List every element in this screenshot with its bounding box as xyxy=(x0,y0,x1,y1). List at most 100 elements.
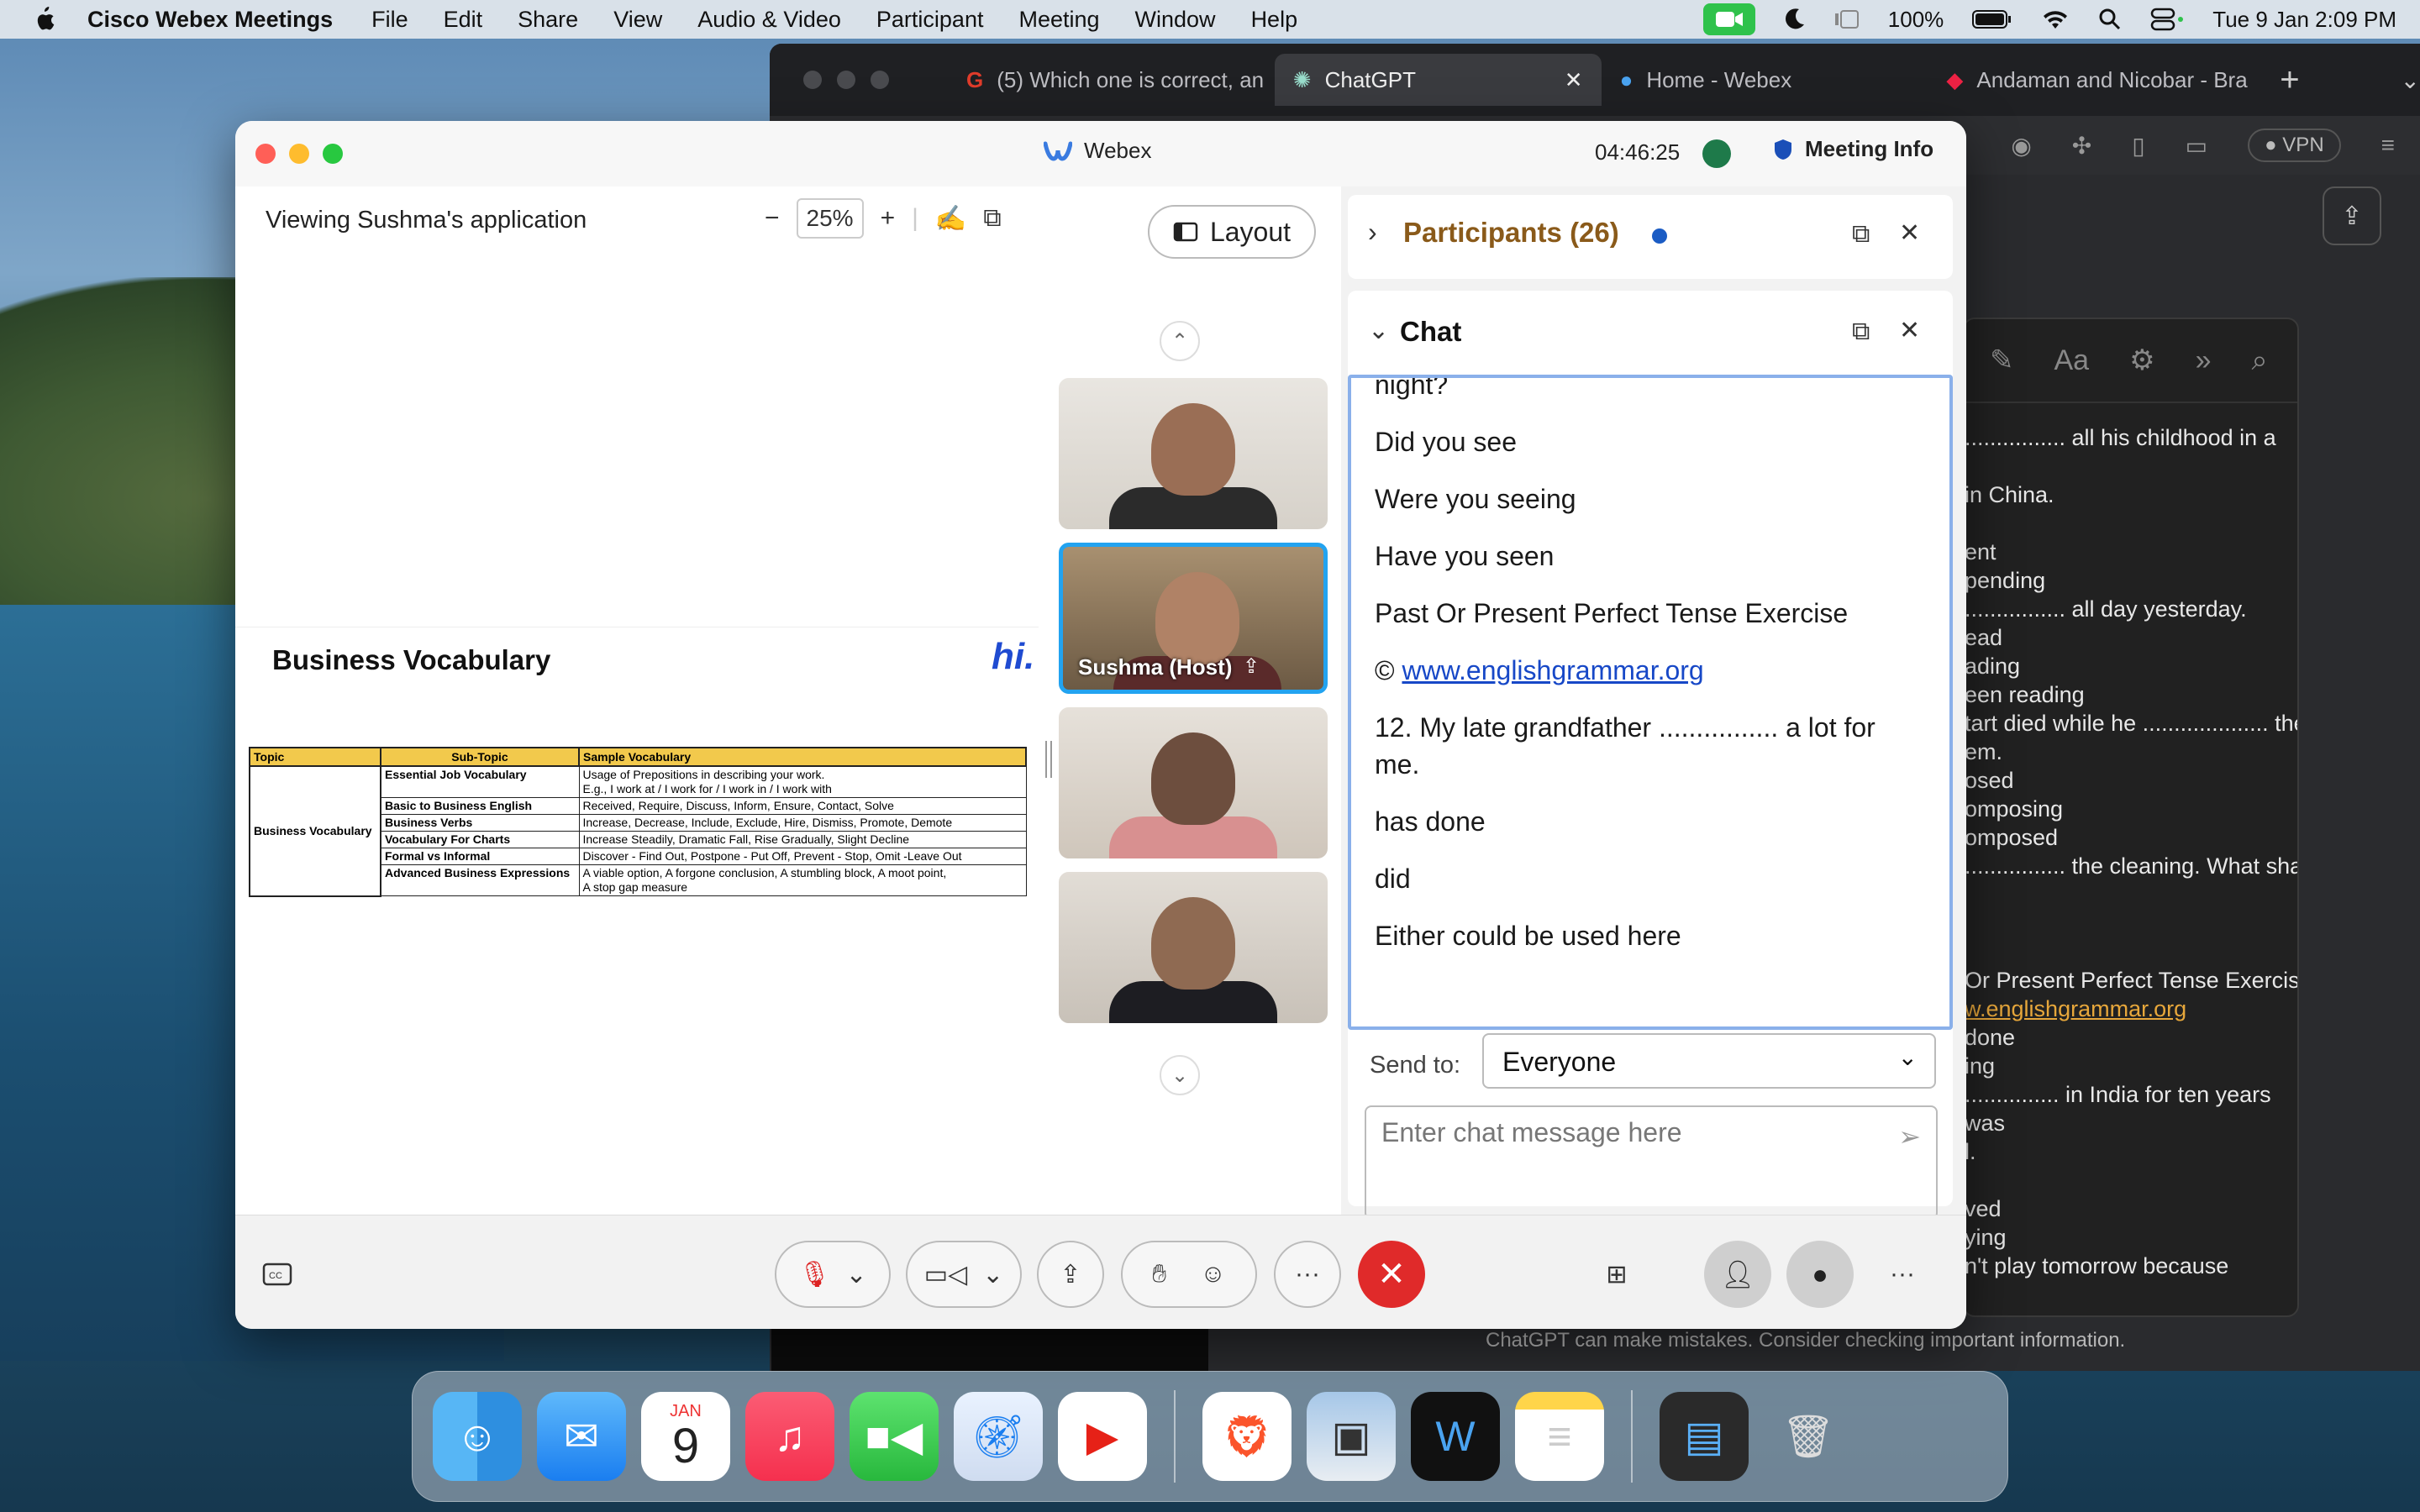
network-signal-icon[interactable] xyxy=(1702,139,1731,168)
menu-app-name[interactable]: Cisco Webex Meetings xyxy=(87,7,333,33)
chevron-right-icon[interactable]: › xyxy=(1368,217,1377,248)
participants-panel-header[interactable]: › Participants (26) ⧉ ✕ xyxy=(1348,195,1953,279)
close-dot[interactable] xyxy=(803,71,822,89)
pop-out-icon[interactable]: ⧉ xyxy=(1852,318,1870,346)
preview-icon[interactable]: ▣ xyxy=(1307,1392,1396,1481)
pop-out-icon[interactable]: ⧉ xyxy=(1852,220,1870,249)
participants-button[interactable]: 👤︎ xyxy=(1704,1241,1771,1308)
chevron-down-icon[interactable]: ⌄ xyxy=(1368,316,1389,345)
host-video[interactable]: Sushma (Host) ⇪ xyxy=(1059,543,1328,694)
menu-window[interactable]: Window xyxy=(1135,7,1216,33)
chevron-down-icon[interactable]: ⌄ xyxy=(2401,66,2420,94)
edit-icon[interactable]: ✎ xyxy=(1990,344,2014,377)
send-to-select[interactable]: Everyone ⌄ xyxy=(1482,1033,1936,1089)
youtube-icon[interactable]: ▶ xyxy=(1058,1392,1147,1481)
menu-clock[interactable]: Tue 9 Jan 2:09 PM xyxy=(2212,7,2396,33)
more-chevrons-icon[interactable]: » xyxy=(2196,344,2212,377)
battery-icon[interactable] xyxy=(1972,9,2012,29)
participant-video[interactable] xyxy=(1059,872,1328,1023)
annotate-icon[interactable]: ✍ xyxy=(935,204,966,234)
wallet-icon[interactable]: ▭ xyxy=(2186,132,2207,160)
chevron-down-icon[interactable]: ⌄ xyxy=(982,1260,1003,1289)
plugins-icon[interactable]: ⚙ xyxy=(2129,344,2154,377)
menu-edit[interactable]: Edit xyxy=(444,7,483,33)
camera-in-use-icon[interactable] xyxy=(1702,3,1755,35)
share-button[interactable]: ⇪ xyxy=(1037,1241,1104,1308)
apple-icon[interactable] xyxy=(32,6,55,33)
resize-handle[interactable] xyxy=(1045,741,1052,778)
browser-tab-quora[interactable]: G (5) Which one is correct, an xyxy=(948,54,1275,106)
close-icon[interactable]: ✕ xyxy=(1899,316,1920,345)
menu-participant[interactable]: Participant xyxy=(876,7,984,33)
send-icon[interactable]: ➢ xyxy=(1898,1121,1921,1152)
safari-icon[interactable]: 🧭︎ xyxy=(954,1392,1043,1481)
close-icon[interactable]: ✕ xyxy=(1565,67,1583,93)
close-icon[interactable]: ✕ xyxy=(1899,218,1920,248)
webex-icon[interactable]: W xyxy=(1411,1392,1500,1481)
stage-manager-icon[interactable] xyxy=(1834,9,1860,29)
menu-meeting[interactable]: Meeting xyxy=(1018,7,1099,33)
chat-button[interactable]: ● xyxy=(1786,1241,1854,1308)
close-button[interactable] xyxy=(255,144,276,164)
zoom-level[interactable]: 25% xyxy=(796,198,864,239)
moon-icon[interactable] xyxy=(1784,8,1806,31)
downloads-icon[interactable]: ▤ xyxy=(1660,1392,1749,1481)
menu-share[interactable]: Share xyxy=(518,7,578,33)
finder-icon[interactable]: ☺ xyxy=(433,1392,522,1481)
maximize-button[interactable] xyxy=(323,144,343,164)
wifi-icon[interactable] xyxy=(2041,8,2070,30)
new-tab-icon[interactable]: + xyxy=(2280,61,2299,99)
participants-title[interactable]: Participants (26) xyxy=(1403,217,1619,249)
chevron-up-icon[interactable]: ⌃ xyxy=(1160,321,1200,361)
menu-help[interactable]: Help xyxy=(1251,7,1298,33)
chat-messages[interactable]: night? Did you see Were you seeing Have … xyxy=(1348,375,1953,1030)
remote-control-icon[interactable]: ⧉ xyxy=(983,204,1001,233)
zoom-in-button[interactable]: + xyxy=(881,204,896,233)
menu-audio-video[interactable]: Audio & Video xyxy=(697,7,841,33)
chevron-down-icon[interactable]: ⌄ xyxy=(845,1260,866,1289)
mail-icon[interactable]: ✉ xyxy=(537,1392,626,1481)
browser-tab-andaman[interactable]: ◆ Andaman and Nicobar - Bra xyxy=(1928,54,2254,106)
chevron-down-icon[interactable]: ⌄ xyxy=(1160,1055,1200,1095)
menu-file[interactable]: File xyxy=(371,7,408,33)
leave-meeting-button[interactable]: ✕ xyxy=(1358,1241,1425,1308)
music-icon[interactable]: ♫ xyxy=(745,1392,834,1481)
participant-video[interactable] xyxy=(1059,378,1328,529)
meeting-info-button[interactable]: Meeting Info xyxy=(1773,136,1933,162)
mute-button[interactable]: 🎙︎ ⌄ xyxy=(775,1241,891,1308)
chat-input[interactable]: Enter chat message here ➢ xyxy=(1365,1105,1938,1220)
menu-view[interactable]: View xyxy=(613,7,662,33)
browser-tab-webex[interactable]: ● Home - Webex xyxy=(1602,54,1928,106)
chat-link[interactable]: www.englishgrammar.org xyxy=(1402,655,1703,685)
notes-icon[interactable]: ≡ xyxy=(1515,1392,1604,1481)
spotlight-search-icon[interactable] xyxy=(2098,8,2122,31)
facetime-icon[interactable]: ■◀ xyxy=(850,1392,939,1481)
control-center-icon[interactable] xyxy=(2150,8,2184,31)
gpt-link[interactable]: w.englishgrammar.org xyxy=(1965,995,2297,1023)
maximize-dot[interactable] xyxy=(871,71,889,89)
video-button[interactable]: ▭◁ ⌄ xyxy=(906,1241,1022,1308)
vpn-button[interactable]: ● VPN xyxy=(2248,129,2341,162)
closed-captions-icon[interactable]: CC xyxy=(250,1241,304,1308)
brave-icon[interactable]: 🦁︎ xyxy=(1202,1392,1292,1481)
extension-icon[interactable]: ◉ xyxy=(2011,132,2031,160)
minimize-dot[interactable] xyxy=(837,71,855,89)
trash-icon[interactable]: 🗑︎ xyxy=(1764,1392,1853,1481)
share-icon[interactable]: ⇪ xyxy=(2323,186,2381,245)
apps-icon[interactable]: ⊞ xyxy=(1590,1241,1644,1308)
more-icon[interactable]: ··· xyxy=(1876,1241,1929,1308)
zoom-out-button[interactable]: − xyxy=(765,204,780,233)
sidebar-icon[interactable]: ▯ xyxy=(2132,132,2144,160)
browser-tab-chatgpt[interactable]: ✺ ChatGPT ✕ xyxy=(1274,54,1602,106)
minimize-button[interactable] xyxy=(289,144,309,164)
more-options-button[interactable]: ··· xyxy=(1274,1241,1341,1308)
chat-message-list: night? Did you see Were you seeing Have … xyxy=(1375,378,1912,974)
puzzle-icon[interactable]: ✣ xyxy=(2072,132,2091,160)
emoji-reaction-icon[interactable]: ☺ xyxy=(1200,1260,1226,1289)
calendar-icon[interactable]: JAN 9 xyxy=(641,1392,730,1481)
search-icon[interactable]: ⌕ xyxy=(2252,344,2268,377)
menu-icon[interactable]: ≡ xyxy=(2381,132,2395,159)
font-size-icon[interactable]: Aa xyxy=(2054,344,2090,377)
raise-hand-icon[interactable]: ✋︎ xyxy=(1152,1260,1166,1289)
participant-video[interactable] xyxy=(1059,707,1328,858)
